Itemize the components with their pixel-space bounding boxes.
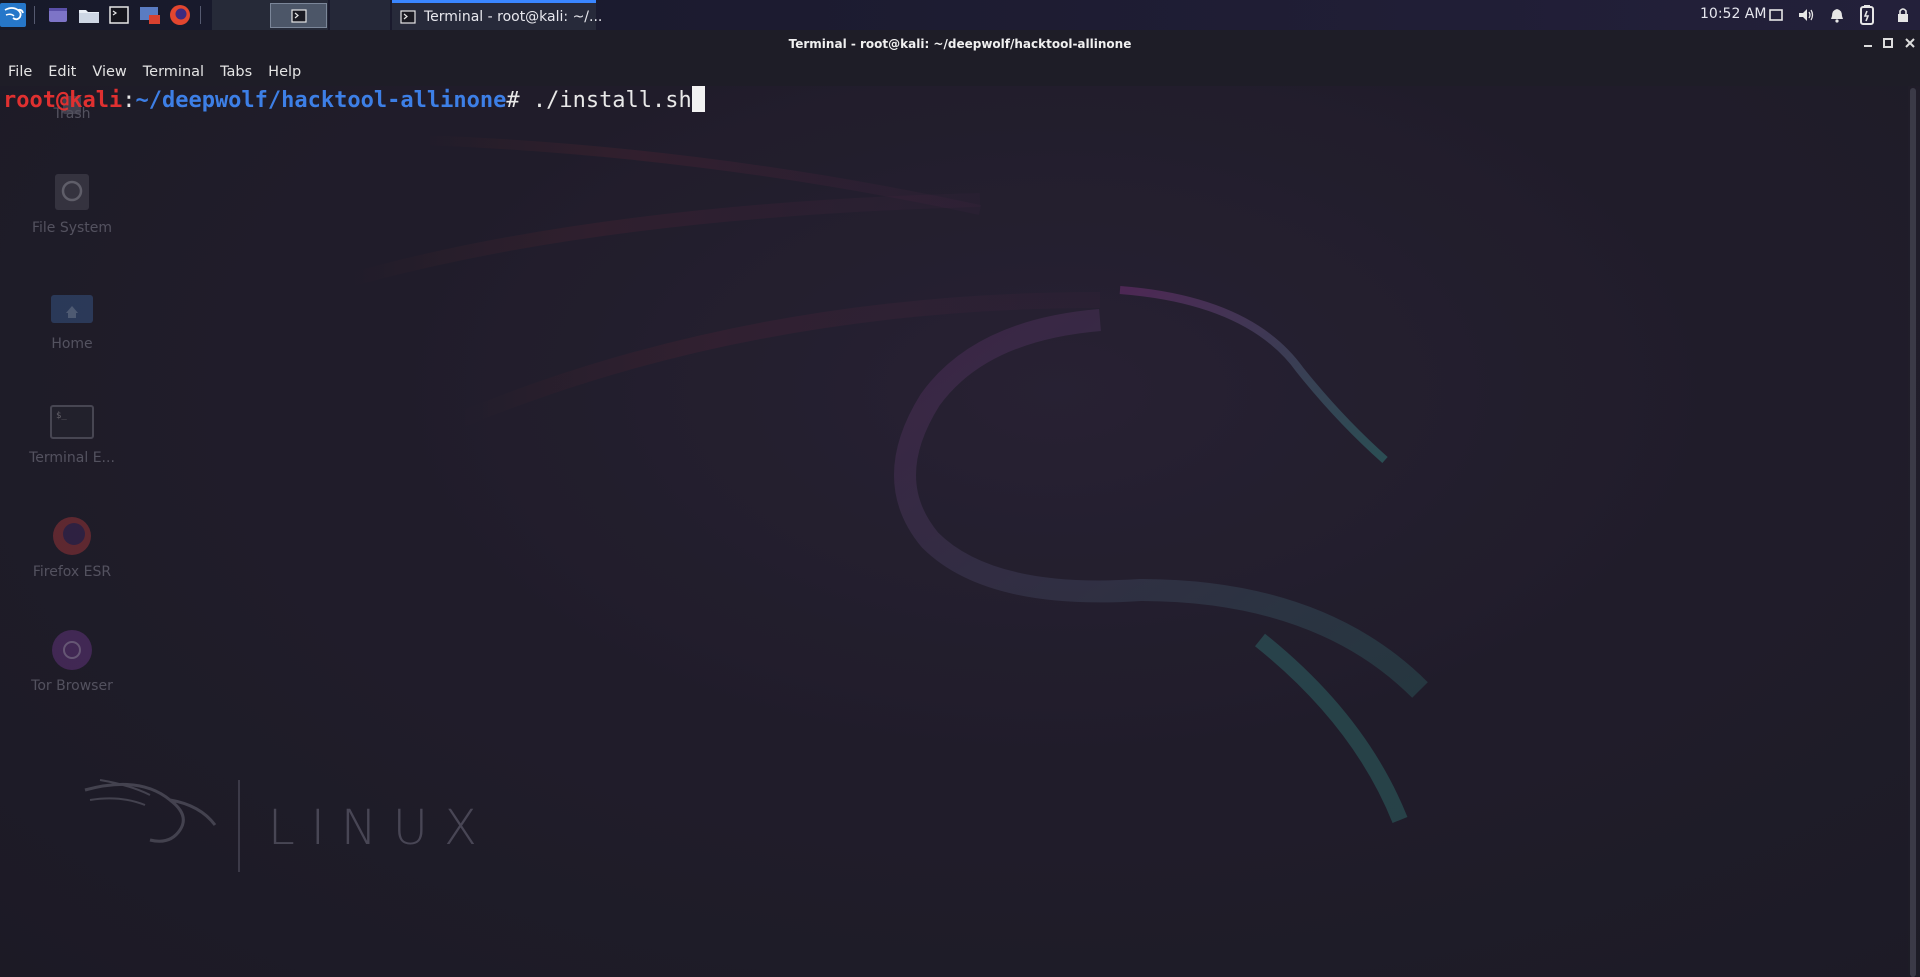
panel-separator (34, 6, 35, 24)
menu-file[interactable]: File (0, 58, 40, 86)
window-icon[interactable] (47, 3, 69, 27)
prompt-path: ~/deepwolf/hacktool-allinone (135, 88, 507, 113)
taskbar-terminal-button[interactable]: Terminal - root@kali: ~/... (392, 0, 602, 30)
bell-icon[interactable] (1827, 5, 1847, 25)
workspace-1[interactable] (212, 0, 328, 30)
text-cursor (691, 86, 705, 112)
prompt-user-host: root@kali (3, 88, 123, 113)
menu-tabs[interactable]: Tabs (212, 58, 260, 86)
terminal-command-input[interactable]: ./install.sh (520, 88, 692, 113)
browser-icon[interactable] (139, 3, 161, 27)
battery-icon[interactable] (1857, 5, 1877, 25)
volume-icon[interactable] (1796, 5, 1816, 25)
taskbar-button-label: Terminal - root@kali: ~/... (424, 8, 603, 25)
lock-icon[interactable] (1893, 5, 1913, 25)
menu-view[interactable]: View (84, 58, 134, 86)
window-titlebar[interactable]: Terminal - root@kali: ~/deepwolf/hacktoo… (0, 30, 1920, 58)
menu-edit[interactable]: Edit (40, 58, 84, 86)
maximize-button[interactable] (1881, 36, 1895, 50)
close-button[interactable] (1903, 36, 1917, 50)
workspace-2[interactable] (330, 0, 390, 30)
firefox-icon[interactable] (169, 3, 191, 27)
terminal-prompt-line: root@kali:~/deepwolf/hacktool-allinone# … (3, 86, 705, 116)
prompt-hash: # (506, 88, 520, 113)
panel-clock[interactable]: 10:52 AM (1700, 6, 1766, 22)
menu-terminal[interactable]: Terminal (135, 58, 212, 86)
prompt-colon: : (122, 88, 136, 113)
terminal-icon (400, 9, 416, 24)
terminal-scrollbar[interactable] (1910, 88, 1916, 977)
kali-menu-icon[interactable] (0, 3, 26, 27)
window-title: Terminal - root@kali: ~/deepwolf/hacktoo… (788, 37, 1132, 51)
top-panel: Terminal - root@kali: ~/... 10:52 AM (0, 0, 1920, 30)
minimize-button[interactable] (1861, 36, 1875, 50)
folder-icon[interactable] (78, 3, 100, 27)
terminal-icon[interactable] (108, 3, 130, 27)
terminal-output-area[interactable] (0, 86, 1908, 977)
menu-help[interactable]: Help (260, 58, 309, 86)
menu-bar: File Edit View Terminal Tabs Help (0, 58, 1920, 86)
panel-separator (200, 6, 201, 24)
screen-icon[interactable] (1766, 5, 1786, 25)
workspace-1-active[interactable] (270, 3, 327, 28)
